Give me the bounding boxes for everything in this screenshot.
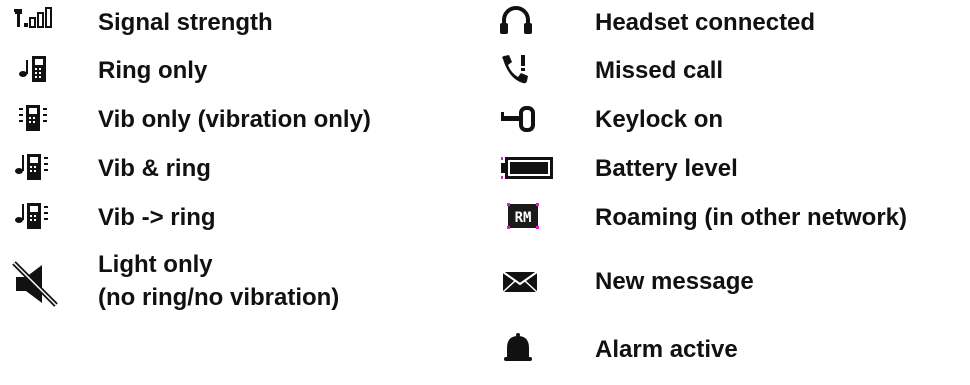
envelope-icon (497, 262, 557, 302)
muted-speaker-icon (10, 247, 70, 317)
legend-row-headset: Headset connected (497, 3, 967, 43)
legend-label: Vib only (vibration only) (98, 106, 371, 133)
key-icon (497, 100, 557, 140)
roaming-icon-text: RM (515, 210, 532, 226)
vibration-and-ring-icon (14, 149, 74, 189)
legend-label: Ring only (98, 57, 208, 84)
legend-label: Missed call (595, 57, 724, 84)
legend-label: Headset connected (595, 9, 816, 36)
legend-row-keylock: Keylock on (497, 100, 967, 140)
headset-icon (497, 3, 557, 43)
status-icon-legend: Signal strength Ring only Vib only (vibr… (0, 0, 970, 385)
legend-row-battery: Battery level (497, 149, 967, 189)
bell-icon (497, 330, 557, 370)
legend-label: Signal strength (98, 9, 273, 36)
legend-label: Roaming (in other network) (595, 204, 907, 231)
legend-row-roaming: RM Roaming (in other network) (497, 198, 967, 238)
legend-label: Vib -> ring (98, 204, 216, 231)
legend-row-light-only: Light only (no ring/no vibration) (0, 247, 480, 317)
signal-strength-icon (14, 3, 74, 43)
legend-row-vibration-and-ring: Vib & ring (0, 149, 480, 189)
legend-label: Vib & ring (98, 155, 211, 182)
roaming-icon: RM (497, 198, 557, 238)
vibration-then-ring-icon (14, 198, 74, 238)
legend-row-alarm: Alarm active (497, 330, 967, 370)
legend-label-line-2: (no ring/no vibration) (98, 284, 340, 311)
legend-row-vibration-then-ring: Vib -> ring (0, 198, 480, 238)
legend-row-vibration-only: Vib only (vibration only) (0, 100, 480, 140)
missed-call-icon (497, 51, 557, 91)
legend-label: New message (595, 268, 754, 295)
legend-label: Light only (no ring/no vibration) (98, 251, 339, 312)
battery-icon (497, 149, 557, 189)
legend-label: Keylock on (595, 106, 724, 133)
legend-label: Battery level (595, 155, 738, 182)
legend-row-missed-call: Missed call (497, 51, 967, 91)
legend-row-signal-strength: Signal strength (0, 3, 480, 43)
legend-row-ring-only: Ring only (0, 51, 480, 91)
legend-label: Alarm active (595, 336, 738, 363)
legend-row-new-message: New message (497, 262, 967, 302)
vibration-only-icon (14, 100, 74, 140)
ring-only-icon (14, 51, 74, 91)
legend-label-line-1: Light only (98, 251, 213, 278)
